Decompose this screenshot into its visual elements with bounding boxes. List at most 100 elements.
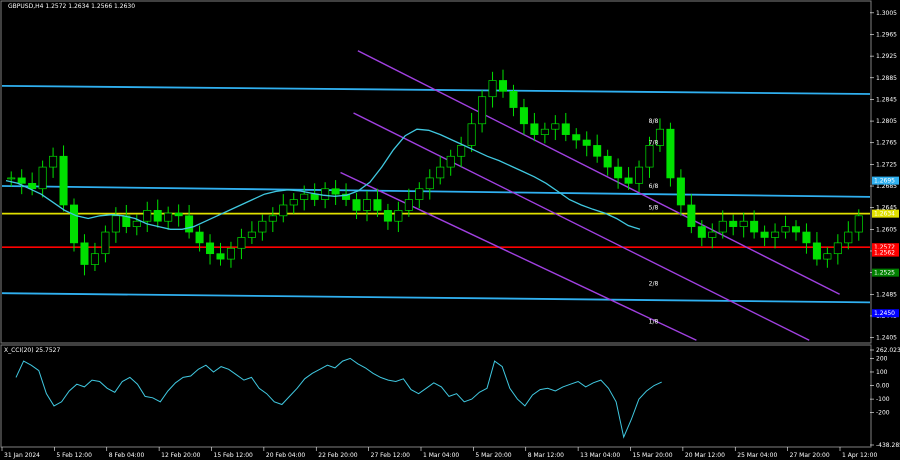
candle-body [791,226,801,233]
candle-body [603,155,612,168]
candle-body [812,242,821,260]
candle-body [729,220,738,227]
candle-body [362,199,372,211]
time-tick-label: 25 Mar 04:00 [737,452,777,459]
price-tick-label: 1.2765 [876,140,897,147]
candle-body [17,177,26,184]
candle-body [718,220,727,233]
candle-body [80,242,89,265]
candle-body [478,96,487,125]
candle-body [488,80,497,98]
candle-body [216,253,225,260]
candle-body [739,220,748,227]
time-tick-label: 15 Mar 20:00 [633,452,673,459]
candle-body [436,166,445,179]
candle-body [352,199,361,211]
time-tick-label: 8 Mar 12:00 [528,452,564,459]
candle-body [383,210,392,222]
level-tag-label: 1.2634 [874,211,895,218]
time-tick-label: 31 Jan 2024 [4,452,40,459]
candle-body [69,204,79,244]
candle-body [499,80,508,92]
candle-body [331,188,340,195]
candle-body [415,188,424,200]
cci-tick-label: 200 [876,355,888,362]
time-tick-label: 1 Apr 12:00 [842,452,877,459]
candle-body [111,215,120,233]
cci-tick-label: -200 [876,410,890,417]
time-tick-label: 5 Mar 20:00 [475,452,511,459]
candle-body [708,231,717,238]
level-tag-label: 1.2525 [874,270,895,277]
candle-body [572,134,581,141]
level-tag-label: 1.2695 [874,178,895,185]
candle-body [687,204,696,227]
candle-body [666,128,675,179]
candle-body [206,242,215,255]
time-tick-label: 27 Feb 12:00 [371,452,411,459]
murray-label: 7/8 [649,140,659,147]
candle-body [143,210,152,222]
time-tick-label: 20 Mar 12:00 [685,452,725,459]
price-tick-label: 1.2845 [876,96,897,103]
candle-body [101,231,110,255]
candle-body [624,177,633,184]
candle-body [28,182,37,190]
murray-label: 6/8 [649,183,659,190]
candle-body [268,215,277,222]
candle-body [404,199,413,211]
time-tick-label: 1 Mar 04:00 [423,452,459,459]
candle-body [509,90,518,108]
candle-body [854,215,863,233]
candle-body [174,212,183,217]
price-tick-label: 1.2925 [876,53,897,60]
price-tick-label: 1.2605 [876,226,897,233]
candle-body [38,166,47,190]
candle-body [760,231,769,238]
murray-label: 8/8 [649,118,659,125]
murray-label: 2/8 [649,280,659,287]
candle-body [645,145,654,168]
candle-body [561,123,570,135]
candle-body [530,123,539,135]
time-tick-label: 15 Feb 12:00 [214,452,254,459]
candle-body [593,145,602,157]
candle-body [457,145,466,157]
candle-body [394,210,403,222]
candle-body [446,155,455,168]
chart-window: GBPUSD,H4 1.2572 1.2634 1.2566 1.2630 8/… [0,0,900,460]
level-tag-label: 1.2450 [874,310,895,317]
candle-body [289,199,298,206]
time-tick-label: 22 Feb 20:00 [318,452,358,459]
candle-body [540,128,549,135]
candle-body [300,193,309,200]
candle-body [823,253,832,260]
price-tick-label: 1.2805 [876,118,897,125]
cci-tick-label: -438.2856 [876,442,900,449]
time-tick-label: 13 Mar 04:00 [580,452,620,459]
candle-body [258,220,267,233]
level-tag-label: 1.2562 [874,250,895,257]
candle-body [237,237,246,249]
candle-body [247,231,256,238]
candle-body [582,139,591,146]
candle-body [781,226,790,233]
candle-body [697,226,706,238]
price-tick-label: 1.2725 [876,161,897,168]
murray-label: 5/8 [649,205,659,212]
candle-body [7,177,16,180]
price-tick-label: 1.2965 [876,31,897,38]
candle-body [750,220,759,233]
time-tick-label: 20 Feb 04:00 [266,452,306,459]
price-tick-label: 1.2485 [876,291,897,298]
candle-body [676,177,685,206]
candle-body [185,215,194,233]
cci-label: X_CCI(20) 25.7527 [4,347,60,354]
candle-body [614,166,623,179]
candle-body [833,242,842,255]
murray-label: 1/8 [649,318,659,325]
candle-body [164,212,173,222]
price-tick-label: 1.3005 [876,10,897,17]
time-tick-label: 27 Mar 20:00 [790,452,830,459]
cci-tick-label: 262.0235 [876,347,900,354]
